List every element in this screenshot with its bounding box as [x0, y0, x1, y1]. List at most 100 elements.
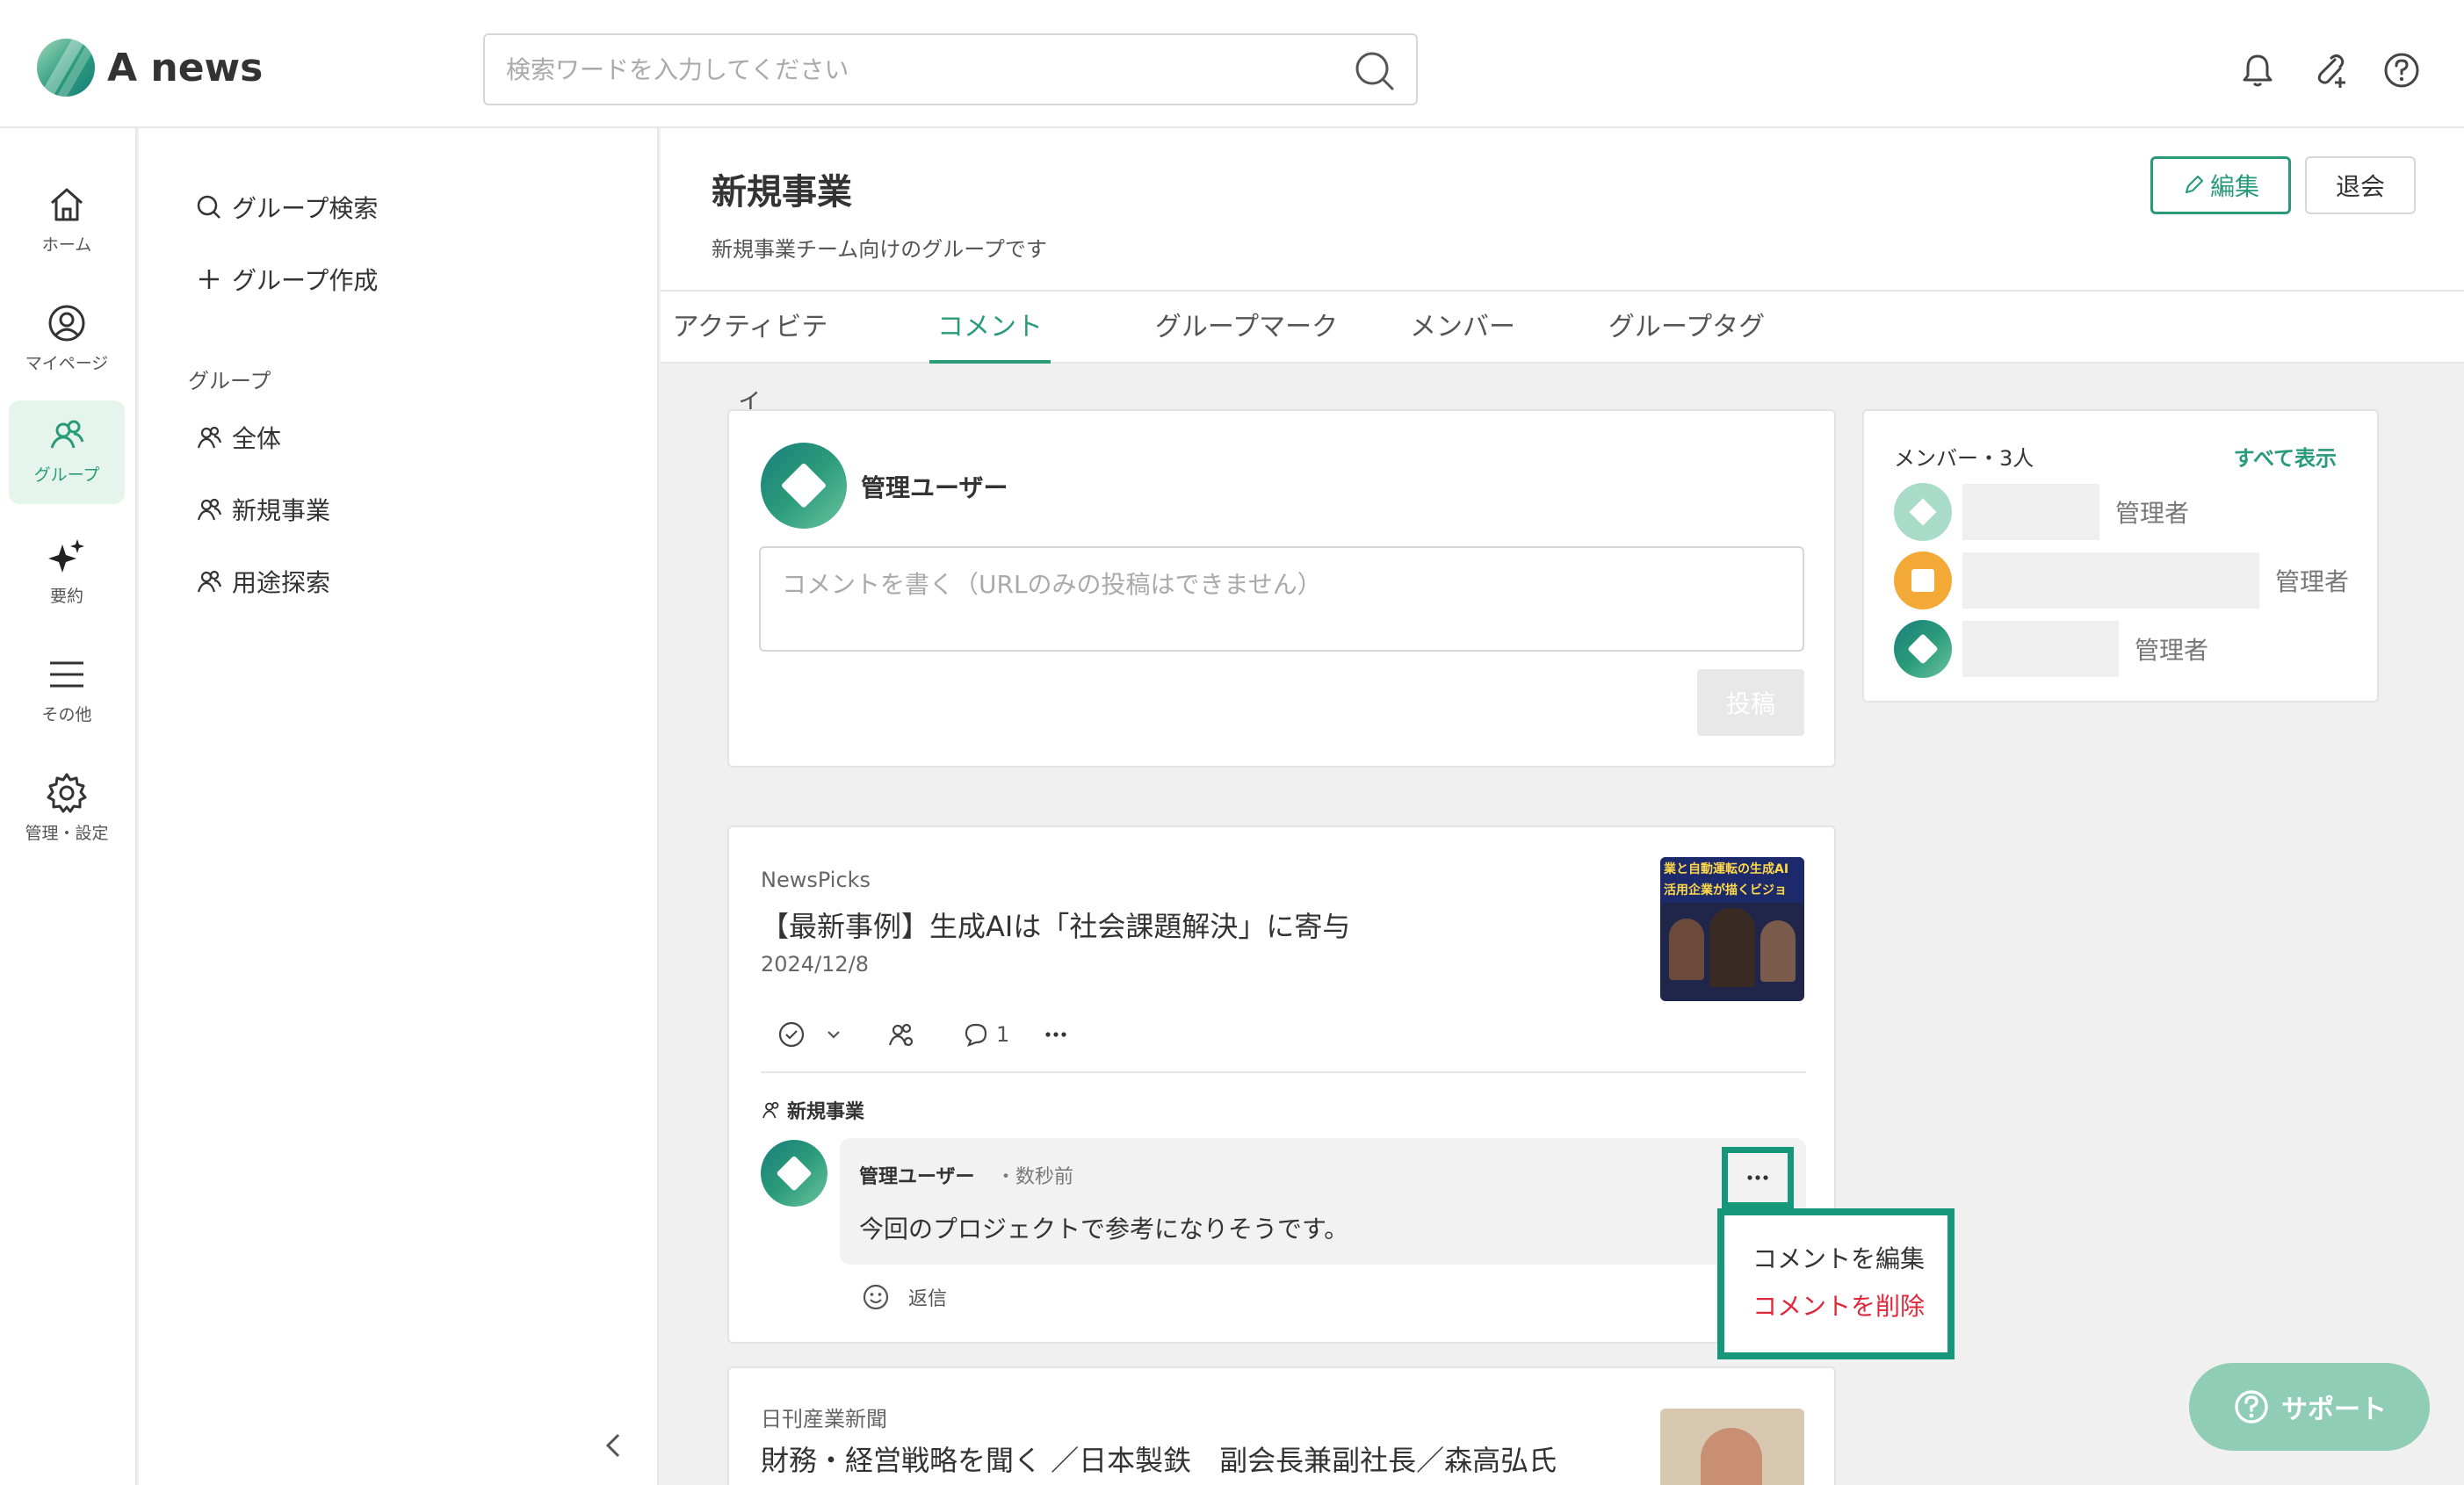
sidebar-item-new-business[interactable]: 新規事業	[195, 492, 330, 527]
group-search-label: グループ検索	[232, 194, 379, 223]
members-card: メンバー・3人 すべて表示 管理者 管理者 管理者	[1862, 409, 2379, 703]
post-button[interactable]: 投稿	[1697, 669, 1804, 736]
rail-item-settings[interactable]: 管理・設定	[9, 759, 125, 862]
article-title[interactable]: 財務・経営戦略を聞く ／日本製鉄 副会長兼副社長／森高弘氏	[761, 1438, 1557, 1479]
comment-icon[interactable]	[961, 1020, 991, 1049]
sidebar-item-all[interactable]: 全体	[195, 420, 281, 455]
article-title[interactable]: 【最新事例】生成AIは「社会課題解決」に寄与	[761, 905, 1350, 945]
comment-group-label: 新規事業	[761, 1096, 864, 1124]
menu-icon	[50, 661, 83, 688]
more-icon	[1747, 1175, 1768, 1180]
edit-label: 編集	[2209, 172, 2259, 201]
rail-label-settings: 管理・設定	[25, 824, 109, 843]
comment-placeholder: コメントを書く（URLのみの投稿はできません）	[782, 570, 1322, 599]
article-date: 2024/12/8	[761, 952, 870, 977]
comment-options-menu: コメントを編集 コメントを削除	[1717, 1208, 1955, 1359]
page-title: 新規事業	[712, 172, 852, 213]
groups-heading: グループ	[188, 369, 271, 393]
support-button[interactable]: サポート	[2189, 1363, 2430, 1451]
avatar	[1894, 551, 1952, 609]
logo-mark-icon	[37, 39, 95, 97]
comment-composer: 管理ユーザー コメントを書く（URLのみの投稿はできません） 投稿	[727, 409, 1836, 768]
member-role: 管理者	[2275, 567, 2350, 596]
tab-comment[interactable]: コメント	[929, 292, 1051, 364]
help-icon[interactable]	[2382, 51, 2421, 90]
group-icon	[197, 426, 222, 449]
comment-group-name: 新規事業	[787, 1101, 865, 1123]
left-rail: ホーム マイページ グループ 要約 その他 管理・設定	[0, 128, 137, 1485]
composer-user-name: 管理ユーザー	[861, 473, 1008, 502]
show-all-link[interactable]: すべて表示	[2234, 441, 2337, 472]
delete-comment-item[interactable]: コメントを削除	[1752, 1287, 1925, 1323]
group-icon	[762, 1101, 779, 1119]
rail-item-other[interactable]: その他	[9, 640, 125, 744]
top-header: A news	[0, 0, 2464, 128]
comment-author[interactable]: 管理ユーザー	[859, 1161, 975, 1189]
article-thumbnail[interactable]: 業と自動運転の生成AI活用企業が描くビジョ	[1660, 857, 1804, 1001]
article-actions: 1	[777, 1017, 1071, 1052]
member-row[interactable]: 管理者	[1894, 620, 2208, 678]
rail-item-mypage[interactable]: マイページ	[9, 289, 125, 393]
bell-icon[interactable]	[2238, 51, 2277, 90]
article-card: 日刊産業新聞 財務・経営戦略を聞く ／日本製鉄 副会長兼副社長／森高弘氏	[727, 1366, 1836, 1485]
rail-item-group[interactable]: グループ	[9, 400, 125, 504]
emoji-icon[interactable]	[861, 1282, 891, 1312]
support-label: サポート	[2281, 1395, 2387, 1425]
comment-input[interactable]: コメントを書く（URLのみの投稿はできません）	[759, 546, 1804, 652]
tab-group-tags[interactable]: グループタグ	[1604, 292, 1769, 364]
more-icon[interactable]	[1041, 1020, 1071, 1049]
member-row[interactable]: 管理者	[1894, 551, 2349, 609]
search-icon[interactable]	[1355, 51, 1395, 91]
sidebar-group-label: 用途探索	[232, 568, 331, 597]
home-icon	[51, 188, 83, 221]
share-group-icon[interactable]	[885, 1020, 915, 1049]
check-circle-icon[interactable]	[777, 1020, 806, 1049]
member-row[interactable]: 管理者	[1894, 483, 2189, 541]
member-name-placeholder	[1962, 552, 2259, 609]
help-icon	[2235, 1390, 2268, 1424]
article-thumbnail[interactable]	[1660, 1409, 1804, 1485]
sidebar-group-label: 新規事業	[232, 496, 331, 525]
group-search-link[interactable]: グループ検索	[195, 190, 378, 225]
pencil-icon	[2185, 175, 2204, 194]
group-create-link[interactable]: グループ作成	[195, 262, 378, 297]
member-role: 管理者	[2135, 636, 2209, 665]
tab-group-mark[interactable]: グループマーク	[1153, 292, 1340, 364]
comment-bubble: 管理ユーザー ・数秒前 今回のプロジェクトで参考になりそうです。	[840, 1138, 1806, 1265]
app-name: A news	[107, 45, 264, 90]
avatar	[761, 1140, 827, 1207]
member-name-placeholder	[1962, 484, 2099, 540]
search-icon	[197, 195, 220, 219]
comment-count: 1	[996, 1022, 1010, 1047]
leave-group-button[interactable]: 退会	[2305, 156, 2416, 214]
rail-item-summary[interactable]: 要約	[9, 522, 125, 625]
article-source: 日刊産業新聞	[761, 1407, 887, 1431]
rail-item-home[interactable]: ホーム	[9, 170, 125, 274]
chevron-down-icon[interactable]	[822, 1023, 845, 1046]
comment-more-button[interactable]	[1722, 1147, 1794, 1208]
edit-group-button[interactable]: 編集	[2150, 156, 2291, 214]
article-source: NewsPicks	[761, 868, 871, 892]
edit-comment-item[interactable]: コメントを編集	[1752, 1240, 1925, 1275]
search-input[interactable]	[506, 35, 1297, 104]
avatar	[1894, 483, 1952, 541]
rail-label-mypage: マイページ	[25, 354, 109, 373]
clip-add-icon[interactable]	[2310, 51, 2349, 90]
rail-label-other: その他	[41, 705, 92, 724]
member-role: 管理者	[2115, 499, 2190, 528]
search-box[interactable]	[483, 33, 1418, 105]
tab-members[interactable]: メンバー	[1407, 292, 1518, 364]
group-sidebar: グループ検索 グループ作成 グループ 全体 新規事業 用途探索	[139, 128, 659, 1485]
app-logo[interactable]: A news	[37, 39, 263, 97]
rail-label-home: ホーム	[41, 235, 92, 255]
tab-activity[interactable]: アクティビティ	[668, 292, 833, 415]
group-tabs: アクティビティ コメント グループマーク メンバー グループタグ	[661, 290, 2464, 415]
divider	[761, 1071, 1806, 1073]
comment-time: ・数秒前	[996, 1166, 1074, 1188]
rail-label-summary: 要約	[49, 587, 83, 606]
reply-button[interactable]: 返信	[908, 1283, 947, 1311]
chevron-left-icon[interactable]	[596, 1428, 631, 1463]
user-icon	[48, 305, 85, 342]
sidebar-item-use-explore[interactable]: 用途探索	[195, 564, 330, 599]
plus-icon	[199, 270, 219, 289]
